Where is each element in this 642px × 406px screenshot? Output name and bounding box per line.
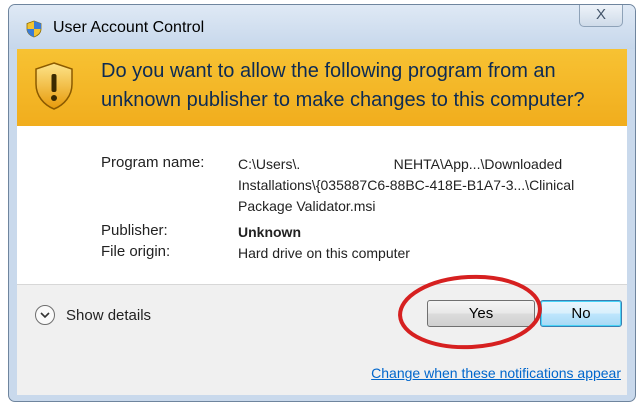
file-origin-label: File origin: xyxy=(101,243,171,260)
no-button[interactable]: No xyxy=(540,300,622,327)
title-bar: User Account Control X xyxy=(9,5,635,49)
action-bar: Show details Yes No xyxy=(17,284,627,347)
footer: Change when these notifications appear xyxy=(17,347,627,395)
uac-dialog: User Account Control X Do you want to al… xyxy=(8,4,636,402)
publisher-value: Unknown xyxy=(238,224,301,240)
warning-shield-icon xyxy=(33,61,75,111)
chevron-down-icon xyxy=(35,305,55,325)
program-name-line3: Package Validator.msi xyxy=(238,198,376,214)
program-details: Program name: C:\Users\. NEHTA\App...\Do… xyxy=(17,126,627,284)
window-title: User Account Control xyxy=(53,19,205,36)
banner-question: Do you want to allow the following progr… xyxy=(101,60,585,111)
show-details-toggle[interactable]: Show details xyxy=(35,303,151,327)
uac-shield-icon xyxy=(25,20,43,38)
publisher-label: Publisher: xyxy=(101,222,168,239)
file-origin-value: Hard drive on this computer xyxy=(238,245,410,261)
close-button[interactable]: X xyxy=(579,5,623,27)
warning-banner: Do you want to allow the following progr… xyxy=(17,49,627,126)
show-details-label: Show details xyxy=(66,306,152,324)
close-icon: X xyxy=(595,6,606,23)
program-name-line1: C:\Users\. NEHTA\App...\Downloaded xyxy=(238,156,563,172)
yes-button[interactable]: Yes xyxy=(427,300,535,327)
program-name-line2: Installations\{035887C6-88BC-418E-B1A7-3… xyxy=(238,177,575,193)
change-notifications-link[interactable]: Change when these notifications appear xyxy=(371,365,621,381)
program-name-label: Program name: xyxy=(101,154,205,171)
